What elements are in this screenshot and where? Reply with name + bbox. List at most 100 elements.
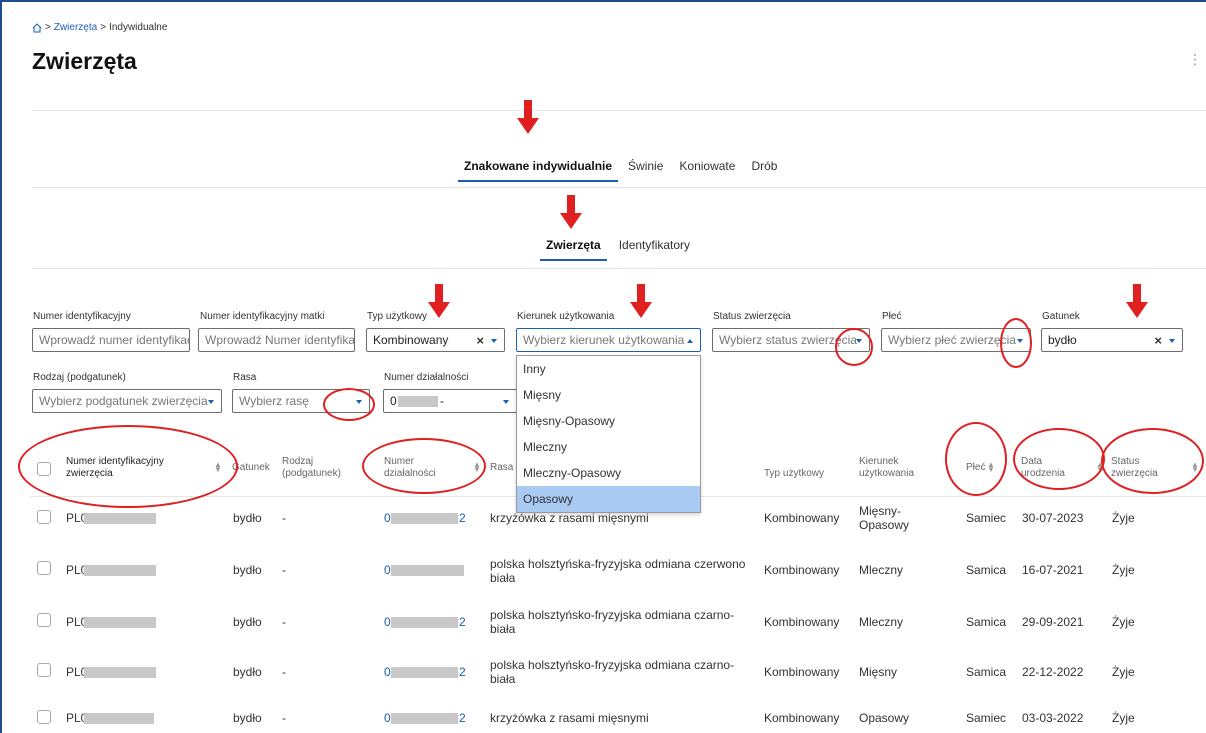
chevron-down-icon[interactable] (491, 339, 497, 343)
cell-dzialalnosc-link[interactable]: 0 (384, 615, 391, 629)
cell-data: 03-03-2022 (1022, 711, 1084, 725)
rodzaj-placeholder: Wybierz podgatunek zwierzęcia (39, 394, 208, 408)
annotation-circle (362, 438, 486, 494)
cell-gatunek: bydło (233, 511, 262, 525)
header-gatunek[interactable]: Gatunek (232, 462, 274, 474)
redacted-block (398, 396, 438, 407)
cell-rasa: krzyżówka z rasami mięsnymi (490, 511, 649, 525)
breadcrumb-link-zwierzeta[interactable]: Zwierzęta (54, 22, 97, 33)
dropdown-option-miesny-opasowy[interactable]: Mięsny-Opasowy (517, 408, 700, 434)
header-typ[interactable]: Typ użytkowy (764, 468, 824, 480)
cell-kierunek: Mięsny-Opasowy (859, 504, 910, 532)
kierunek-select[interactable]: Wybierz kierunek użytkowania (516, 328, 701, 352)
dropdown-option-mleczny-opasowy[interactable]: Mleczny-Opasowy (517, 460, 700, 486)
dropdown-option-inny[interactable]: Inny (517, 356, 700, 382)
cell-rasa: krzyżówka z rasami mięsnymi (490, 711, 649, 725)
row-checkbox[interactable] (37, 663, 51, 677)
tab-identyfikatory[interactable]: Identyfikatory (613, 235, 696, 261)
label-numer-dzialalnosci: Numer działalności (384, 372, 469, 383)
cell-kierunek: Mleczny (859, 563, 904, 577)
cell-dzialalnosc-suffix: 2 (459, 511, 466, 525)
redacted-block (84, 565, 156, 576)
cell-typ: Kombinowany (764, 511, 840, 525)
cell-rasa: polska holsztyńsko-fryzyjska odmiana cza… (490, 608, 735, 636)
typ-uzytkowy-select[interactable]: Kombinowany × (366, 328, 505, 352)
cell-dzialalnosc-suffix: 2 (459, 711, 466, 725)
cell-data: 29-09-2021 (1022, 615, 1084, 629)
cell-dzialalnosc-link[interactable]: 0 (384, 711, 391, 725)
dropdown-option-opasowy[interactable]: Opasowy (517, 486, 700, 512)
dropdown-option-miesny[interactable]: Mięsny (517, 382, 700, 408)
numer-matki-input[interactable] (205, 333, 354, 347)
cell-status: Żyje (1112, 615, 1135, 629)
cell-plec: Samica (966, 615, 1007, 629)
chevron-down-icon[interactable] (208, 400, 214, 404)
chevron-down-icon[interactable] (1169, 339, 1175, 343)
annotation-arrow-icon (630, 284, 652, 318)
cell-rasa: polska holsztyńska-fryzyjska odmiana cze… (490, 557, 746, 585)
chevron-down-icon[interactable] (503, 400, 509, 404)
breadcrumb: > Zwierzęta > Indywidualne (32, 22, 167, 33)
divider (32, 110, 1206, 111)
row-checkbox[interactable] (37, 561, 51, 575)
row-checkbox[interactable] (37, 613, 51, 627)
clear-icon[interactable]: × (1154, 333, 1162, 348)
tab-zwierzeta[interactable]: Zwierzęta (540, 235, 607, 261)
cell-dzialalnosc-link[interactable]: 0 (384, 563, 391, 577)
cell-status: Żyje (1112, 711, 1135, 725)
annotation-circle (1000, 318, 1032, 368)
tab-znakowane-indywidualnie[interactable]: Znakowane indywidualnie (458, 156, 619, 182)
gatunek-value: bydło (1048, 333, 1077, 347)
redacted-block (391, 565, 464, 576)
label-numer-identyfikacyjny: Numer identyfikacyjny (33, 311, 131, 322)
header-kierunek[interactable]: Kierunek użytkowania (859, 456, 929, 480)
cell-data: 16-07-2021 (1022, 563, 1084, 577)
typ-uzytkowy-value: Kombinowany (373, 333, 449, 347)
rodzaj-select[interactable]: Wybierz podgatunek zwierzęcia (32, 389, 222, 413)
annotation-arrow-icon (1126, 284, 1148, 318)
numer-dzialalnosci-select[interactable]: 0 - (383, 389, 517, 413)
cell-plec: Samica (966, 665, 1007, 679)
page-title: Zwierzęta (32, 48, 137, 74)
numer-dzialalnosci-suffix: - (440, 394, 444, 408)
row-checkbox[interactable] (37, 510, 51, 524)
label-rodzaj: Rodzaj (podgatunek) (33, 372, 126, 383)
header-rodzaj[interactable]: Rodzaj (podgatunek) (282, 456, 352, 480)
cell-dzialalnosc-link[interactable]: 0 (384, 665, 391, 679)
cell-typ: Kombinowany (764, 665, 840, 679)
cell-plec: Samiec (966, 711, 1007, 725)
annotation-circle (1101, 428, 1204, 494)
sub-tabs: Zwierzęta Identyfikatory (540, 235, 696, 261)
gatunek-select[interactable]: bydło × (1041, 328, 1183, 352)
dropdown-option-mleczny[interactable]: Mleczny (517, 434, 700, 460)
cell-status: Żyje (1112, 665, 1135, 679)
cell-gatunek: bydło (233, 665, 262, 679)
cell-kierunek: Mleczny (859, 615, 904, 629)
breadcrumb-current: Indywidualne (109, 22, 168, 33)
home-icon[interactable] (32, 22, 42, 33)
cell-rodzaj: - (282, 511, 286, 525)
cell-kierunek: Opasowy (859, 711, 910, 725)
cell-kierunek: Mięsny (859, 665, 898, 679)
cell-plec: Samiec (966, 511, 1007, 525)
redacted-block (391, 713, 458, 724)
header-rasa[interactable]: Rasa (490, 462, 513, 474)
tab-swinie[interactable]: Świnie (622, 156, 669, 182)
cell-gatunek: bydło (233, 711, 262, 725)
clear-icon[interactable]: × (476, 333, 484, 348)
numer-matki-input-wrap (198, 328, 355, 352)
tab-drob[interactable]: Drób (745, 156, 783, 182)
row-checkbox[interactable] (37, 710, 51, 724)
kierunek-dropdown-list: Inny Mięsny Mięsny-Opasowy Mleczny Mlecz… (516, 355, 701, 513)
cell-typ: Kombinowany (764, 711, 840, 725)
tab-koniowate[interactable]: Koniowate (673, 156, 741, 182)
cell-dzialalnosc-link[interactable]: 0 (384, 511, 391, 525)
label-numer-matki: Numer identyfikacyjny matki (200, 311, 325, 322)
more-options-icon[interactable]: ⋮ (1188, 52, 1202, 66)
annotation-circle (1013, 428, 1105, 490)
chevron-up-icon[interactable] (687, 339, 693, 343)
divider (32, 268, 1206, 269)
cell-rodzaj: - (282, 563, 286, 577)
cell-rasa: polska holsztyńsko-fryzyjska odmiana cza… (490, 658, 735, 686)
numer-identyfikacyjny-input[interactable] (39, 333, 189, 347)
